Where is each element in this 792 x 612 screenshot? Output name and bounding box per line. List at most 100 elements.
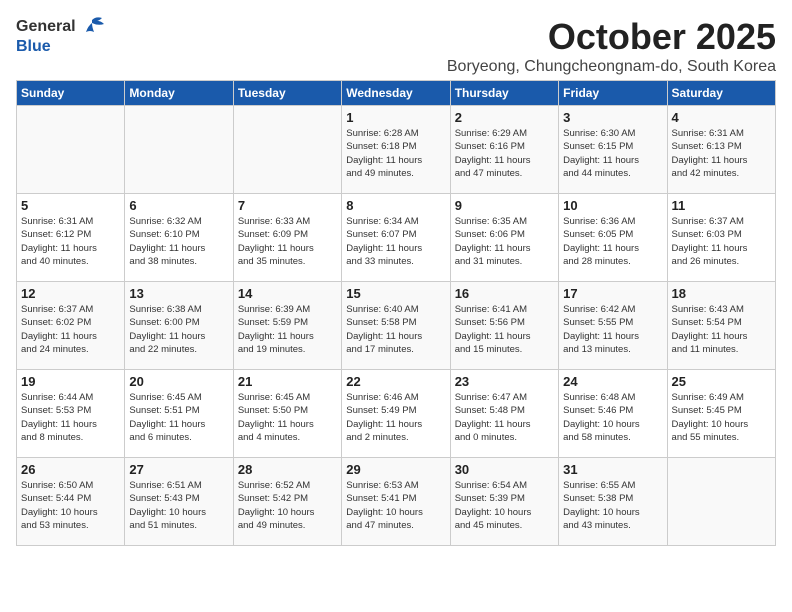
day-info: Sunrise: 6:40 AM Sunset: 5:58 PM Dayligh…	[346, 303, 445, 356]
calendar-cell: 25 Sunrise: 6:49 AM Sunset: 5:45 PM Dayli…	[667, 370, 775, 458]
calendar-cell: 6 Sunrise: 6:32 AM Sunset: 6:10 PM Daylig…	[125, 194, 233, 282]
calendar-cell: 31 Sunrise: 6:55 AM Sunset: 5:38 PM Dayli…	[559, 458, 667, 546]
day-number: 1	[346, 110, 445, 125]
day-info: Sunrise: 6:30 AM Sunset: 6:15 PM Dayligh…	[563, 127, 662, 180]
calendar-cell: 14 Sunrise: 6:39 AM Sunset: 5:59 PM Dayli…	[233, 282, 341, 370]
calendar-cell	[125, 106, 233, 194]
day-info: Sunrise: 6:43 AM Sunset: 5:54 PM Dayligh…	[672, 303, 771, 356]
calendar-cell: 1 Sunrise: 6:28 AM Sunset: 6:18 PM Daylig…	[342, 106, 450, 194]
day-number: 21	[238, 374, 337, 389]
calendar-cell	[667, 458, 775, 546]
day-number: 20	[129, 374, 228, 389]
day-info: Sunrise: 6:42 AM Sunset: 5:55 PM Dayligh…	[563, 303, 662, 356]
calendar-week-4: 19 Sunrise: 6:44 AM Sunset: 5:53 PM Dayli…	[17, 370, 776, 458]
day-info: Sunrise: 6:54 AM Sunset: 5:39 PM Dayligh…	[455, 479, 554, 532]
day-info: Sunrise: 6:28 AM Sunset: 6:18 PM Dayligh…	[346, 127, 445, 180]
day-number: 13	[129, 286, 228, 301]
calendar-cell: 28 Sunrise: 6:52 AM Sunset: 5:42 PM Dayli…	[233, 458, 341, 546]
day-number: 27	[129, 462, 228, 477]
subtitle: Boryeong, Chungcheongnam-do, South Korea	[447, 58, 776, 76]
main-title: October 2025	[447, 16, 776, 58]
day-info: Sunrise: 6:32 AM Sunset: 6:10 PM Dayligh…	[129, 215, 228, 268]
day-number: 24	[563, 374, 662, 389]
day-number: 9	[455, 198, 554, 213]
calendar-cell: 2 Sunrise: 6:29 AM Sunset: 6:16 PM Daylig…	[450, 106, 558, 194]
day-number: 23	[455, 374, 554, 389]
day-number: 4	[672, 110, 771, 125]
day-number: 29	[346, 462, 445, 477]
col-header-wednesday: Wednesday	[342, 81, 450, 106]
calendar-cell: 18Sunrise: 6:43 AM Sunset: 5:54 PM Dayli…	[667, 282, 775, 370]
day-number: 16	[455, 286, 554, 301]
col-header-friday: Friday	[559, 81, 667, 106]
day-number: 6	[129, 198, 228, 213]
day-info: Sunrise: 6:53 AM Sunset: 5:41 PM Dayligh…	[346, 479, 445, 532]
day-number: 11	[672, 198, 771, 213]
day-info: Sunrise: 6:29 AM Sunset: 6:16 PM Dayligh…	[455, 127, 554, 180]
calendar-table: SundayMondayTuesdayWednesdayThursdayFrid…	[16, 80, 776, 546]
day-number: 14	[238, 286, 337, 301]
day-info: Sunrise: 6:49 AM Sunset: 5:45 PM Dayligh…	[672, 391, 771, 444]
day-info: Sunrise: 6:55 AM Sunset: 5:38 PM Dayligh…	[563, 479, 662, 532]
col-header-monday: Monday	[125, 81, 233, 106]
calendar-cell: 26 Sunrise: 6:50 AM Sunset: 5:44 PM Dayli…	[17, 458, 125, 546]
day-number: 2	[455, 110, 554, 125]
calendar-cell: 8 Sunrise: 6:34 AM Sunset: 6:07 PM Daylig…	[342, 194, 450, 282]
calendar-week-1: 1 Sunrise: 6:28 AM Sunset: 6:18 PM Daylig…	[17, 106, 776, 194]
day-number: 8	[346, 198, 445, 213]
day-info: Sunrise: 6:31 AM Sunset: 6:12 PM Dayligh…	[21, 215, 120, 268]
day-number: 26	[21, 462, 120, 477]
calendar-cell: 12Sunrise: 6:37 AM Sunset: 6:02 PM Dayli…	[17, 282, 125, 370]
logo-general-text: General	[16, 18, 76, 36]
day-info: Sunrise: 6:52 AM Sunset: 5:42 PM Dayligh…	[238, 479, 337, 532]
day-info: Sunrise: 6:47 AM Sunset: 5:48 PM Dayligh…	[455, 391, 554, 444]
day-number: 25	[672, 374, 771, 389]
day-info: Sunrise: 6:41 AM Sunset: 5:56 PM Dayligh…	[455, 303, 554, 356]
day-number: 10	[563, 198, 662, 213]
day-info: Sunrise: 6:31 AM Sunset: 6:13 PM Dayligh…	[672, 127, 771, 180]
calendar-cell: 3Sunrise: 6:30 AM Sunset: 6:15 PM Daylig…	[559, 106, 667, 194]
day-info: Sunrise: 6:45 AM Sunset: 5:50 PM Dayligh…	[238, 391, 337, 444]
page-header: General Blue October 2025 Boryeong, Chun…	[16, 16, 776, 76]
calendar-cell: 27 Sunrise: 6:51 AM Sunset: 5:43 PM Dayli…	[125, 458, 233, 546]
calendar-cell: 7Sunrise: 6:33 AM Sunset: 6:09 PM Daylig…	[233, 194, 341, 282]
day-number: 5	[21, 198, 120, 213]
calendar-cell: 16 Sunrise: 6:41 AM Sunset: 5:56 PM Dayli…	[450, 282, 558, 370]
calendar-cell: 22 Sunrise: 6:46 AM Sunset: 5:49 PM Dayli…	[342, 370, 450, 458]
calendar-week-3: 12Sunrise: 6:37 AM Sunset: 6:02 PM Dayli…	[17, 282, 776, 370]
day-info: Sunrise: 6:50 AM Sunset: 5:44 PM Dayligh…	[21, 479, 120, 532]
col-header-saturday: Saturday	[667, 81, 775, 106]
calendar-cell	[233, 106, 341, 194]
day-info: Sunrise: 6:39 AM Sunset: 5:59 PM Dayligh…	[238, 303, 337, 356]
day-info: Sunrise: 6:48 AM Sunset: 5:46 PM Dayligh…	[563, 391, 662, 444]
calendar-cell	[17, 106, 125, 194]
day-info: Sunrise: 6:37 AM Sunset: 6:03 PM Dayligh…	[672, 215, 771, 268]
day-number: 17	[563, 286, 662, 301]
day-number: 30	[455, 462, 554, 477]
day-info: Sunrise: 6:46 AM Sunset: 5:49 PM Dayligh…	[346, 391, 445, 444]
calendar-week-2: 5 Sunrise: 6:31 AM Sunset: 6:12 PM Daylig…	[17, 194, 776, 282]
day-info: Sunrise: 6:44 AM Sunset: 5:53 PM Dayligh…	[21, 391, 120, 444]
day-info: Sunrise: 6:34 AM Sunset: 6:07 PM Dayligh…	[346, 215, 445, 268]
day-number: 22	[346, 374, 445, 389]
col-header-thursday: Thursday	[450, 81, 558, 106]
calendar-cell: 21 Sunrise: 6:45 AM Sunset: 5:50 PM Dayli…	[233, 370, 341, 458]
day-info: Sunrise: 6:51 AM Sunset: 5:43 PM Dayligh…	[129, 479, 228, 532]
day-number: 12	[21, 286, 120, 301]
day-number: 31	[563, 462, 662, 477]
day-number: 28	[238, 462, 337, 477]
calendar-cell: 4 Sunrise: 6:31 AM Sunset: 6:13 PM Daylig…	[667, 106, 775, 194]
day-info: Sunrise: 6:36 AM Sunset: 6:05 PM Dayligh…	[563, 215, 662, 268]
day-number: 7	[238, 198, 337, 213]
day-info: Sunrise: 6:45 AM Sunset: 5:51 PM Dayligh…	[129, 391, 228, 444]
calendar-header-row: SundayMondayTuesdayWednesdayThursdayFrid…	[17, 81, 776, 106]
calendar-cell: 15 Sunrise: 6:40 AM Sunset: 5:58 PM Dayli…	[342, 282, 450, 370]
day-number: 15	[346, 286, 445, 301]
day-number: 19	[21, 374, 120, 389]
logo-blue-text: Blue	[16, 38, 51, 55]
col-header-sunday: Sunday	[17, 81, 125, 106]
day-info: Sunrise: 6:38 AM Sunset: 6:00 PM Dayligh…	[129, 303, 228, 356]
calendar-cell: 29 Sunrise: 6:53 AM Sunset: 5:41 PM Dayli…	[342, 458, 450, 546]
calendar-cell: 5 Sunrise: 6:31 AM Sunset: 6:12 PM Daylig…	[17, 194, 125, 282]
calendar-cell: 17 Sunrise: 6:42 AM Sunset: 5:55 PM Dayli…	[559, 282, 667, 370]
